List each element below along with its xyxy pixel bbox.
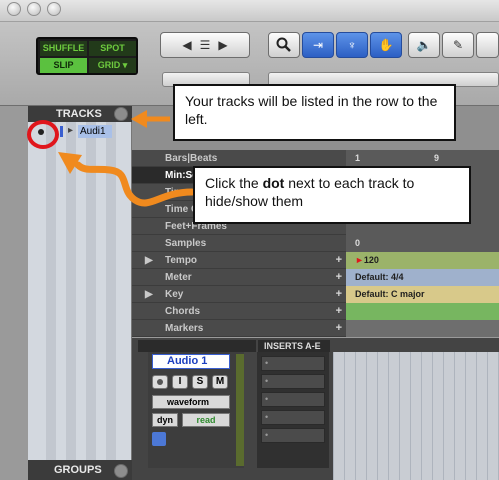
callout-hide-bold: dot — [262, 175, 285, 191]
arrow-head-icon — [131, 110, 147, 128]
callout-tracks-list: Your tracks will be listed in the row to… — [173, 84, 456, 141]
annotation-arrows — [58, 110, 196, 207]
callout-hide-prefix: Click the — [205, 175, 263, 191]
callout-tracks-text: Your tracks will be listed in the row to… — [185, 93, 438, 127]
callout-hide-show: Click the dot next to each track to hide… — [193, 166, 471, 224]
